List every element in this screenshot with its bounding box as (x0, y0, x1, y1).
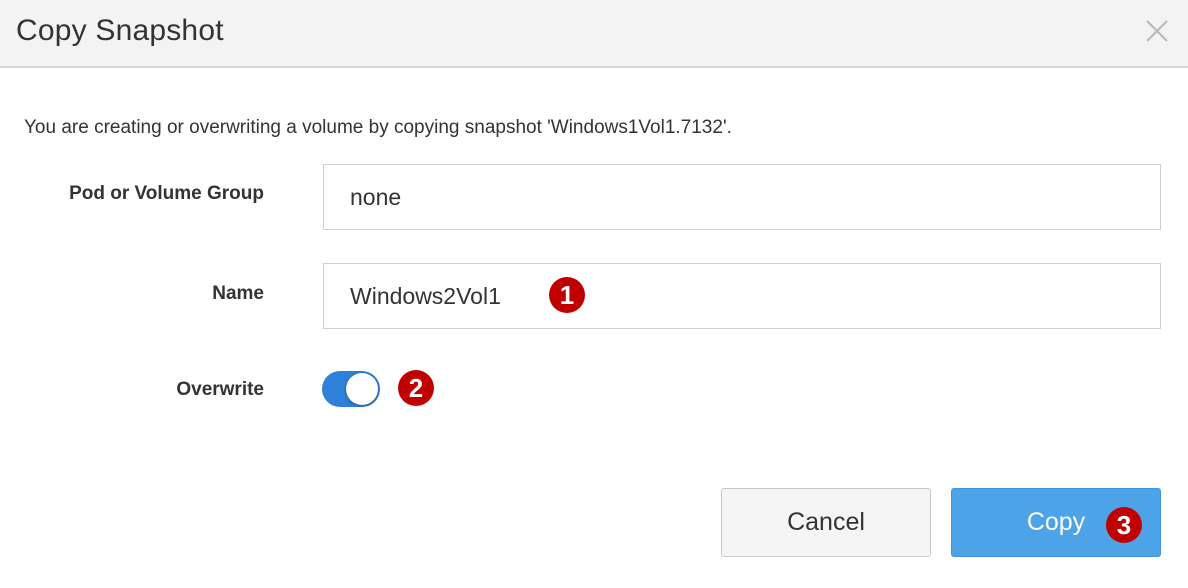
overwrite-toggle[interactable] (322, 371, 380, 407)
dialog-header: Copy Snapshot (0, 0, 1188, 68)
name-input[interactable]: Windows2Vol1 (323, 263, 1161, 329)
pod-value: none (350, 183, 402, 210)
close-icon[interactable] (1142, 16, 1172, 46)
dialog-message: You are creating or overwriting a volume… (24, 117, 732, 138)
step-3-badge: 3 (1106, 507, 1142, 543)
name-value: Windows2Vol1 (350, 282, 501, 309)
copy-button-label: Copy (1026, 508, 1086, 536)
step-2-badge: 2 (398, 370, 434, 406)
name-label: Name (212, 283, 264, 304)
cancel-button[interactable]: Cancel (721, 488, 931, 557)
copy-snapshot-dialog: Copy Snapshot You are creating or overwr… (0, 0, 1188, 588)
dialog-title: Copy Snapshot (16, 14, 224, 47)
pod-field[interactable]: none (323, 164, 1161, 230)
pod-label: Pod or Volume Group (69, 183, 264, 204)
toggle-knob (346, 373, 378, 405)
step-1-badge: 1 (549, 277, 585, 313)
overwrite-label: Overwrite (176, 379, 264, 400)
